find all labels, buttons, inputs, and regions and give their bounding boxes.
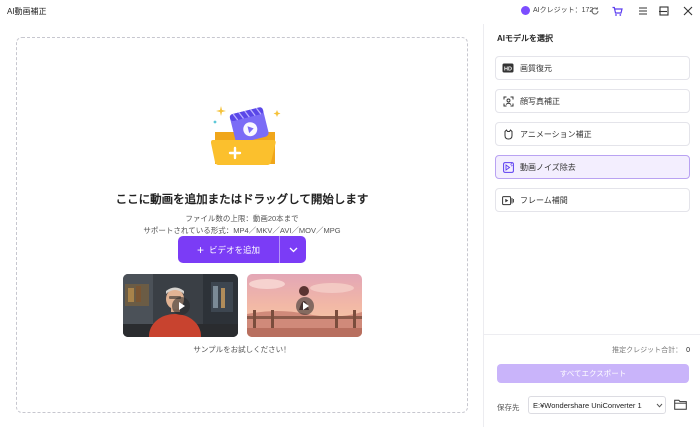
model-item-animation-enhance[interactable]: アニメーション補正 bbox=[495, 122, 690, 146]
drop-zone-title: ここに動画を追加またはドラッグして開始します bbox=[17, 191, 467, 207]
model-label: 動画ノイズ除去 bbox=[520, 162, 576, 173]
denoise-icon bbox=[502, 161, 514, 173]
add-video-button[interactable]: + ビデオを追加 bbox=[178, 236, 279, 263]
credit-display[interactable]: AIクレジット：172 bbox=[521, 5, 593, 15]
open-folder-icon[interactable] bbox=[674, 399, 687, 410]
ai-model-panel: AIモデルを選択 HD 画質復元 顔写真補正 アニメーション補正 動画ノイズ除去… bbox=[483, 24, 700, 427]
maximize-icon[interactable] bbox=[658, 5, 670, 17]
close-icon[interactable] bbox=[682, 5, 694, 17]
model-label: 顔写真補正 bbox=[520, 96, 560, 107]
plus-icon: + bbox=[197, 244, 204, 256]
credit-text: AIクレジット：172 bbox=[533, 5, 593, 15]
credit-icon bbox=[521, 6, 530, 15]
svg-text:HD: HD bbox=[504, 66, 512, 72]
model-label: フレーム補間 bbox=[520, 195, 568, 206]
file-limit-text: ファイル数の上限：動画20本まで bbox=[17, 213, 467, 224]
add-video-button-group: + ビデオを追加 bbox=[178, 236, 306, 263]
estimated-credit: 推定クレジット合計： 0 bbox=[484, 345, 690, 355]
save-location-label: 保存先 bbox=[497, 402, 520, 413]
title-bar: AI動画補正 AIクレジット：172 bbox=[0, 0, 700, 24]
supported-formats-text: サポートされている形式：MP4／MKV／AVI／MOV／MPG bbox=[17, 225, 467, 236]
add-folder-illustration bbox=[211, 98, 287, 168]
face-scan-icon bbox=[502, 95, 514, 107]
refresh-icon[interactable] bbox=[590, 6, 600, 16]
model-item-frame-interpolation[interactable]: フレーム補間 bbox=[495, 188, 690, 212]
app-title: AI動画補正 bbox=[7, 6, 47, 17]
save-location-select[interactable]: E:¥Wondershare UniConverter 1 bbox=[528, 396, 666, 414]
save-path-value: E:¥Wondershare UniConverter 1 bbox=[533, 401, 653, 410]
panel-heading: AIモデルを選択 bbox=[497, 33, 553, 44]
video-drop-zone[interactable]: ここに動画を追加またはドラッグして開始します ファイル数の上限：動画20本まで … bbox=[16, 37, 468, 413]
estimated-credit-label: 推定クレジット合計： bbox=[612, 347, 682, 354]
anime-icon bbox=[502, 128, 514, 140]
sample-video-2[interactable] bbox=[247, 274, 362, 337]
panel-divider bbox=[484, 334, 700, 335]
model-item-quality-restore[interactable]: HD 画質復元 bbox=[495, 56, 690, 80]
add-video-label: ビデオを追加 bbox=[209, 244, 260, 256]
model-label: 画質復元 bbox=[520, 63, 552, 74]
estimated-credit-value: 0 bbox=[686, 347, 690, 354]
cart-icon[interactable] bbox=[612, 6, 623, 17]
chevron-down-icon bbox=[653, 403, 665, 408]
play-icon bbox=[172, 297, 190, 315]
frame-interp-icon bbox=[502, 194, 514, 206]
sample-video-1[interactable] bbox=[123, 274, 238, 337]
model-item-video-denoise[interactable]: 動画ノイズ除去 bbox=[495, 155, 690, 179]
hd-icon: HD bbox=[502, 62, 514, 74]
model-item-face-enhance[interactable]: 顔写真補正 bbox=[495, 89, 690, 113]
export-all-button[interactable]: すべてエクスポート bbox=[497, 364, 689, 383]
play-icon bbox=[296, 297, 314, 315]
menu-icon[interactable] bbox=[638, 6, 648, 16]
chevron-down-icon bbox=[289, 247, 298, 253]
sample-caption: サンプルをお試しください！ bbox=[17, 344, 467, 355]
add-video-dropdown[interactable] bbox=[280, 236, 306, 263]
model-label: アニメーション補正 bbox=[520, 129, 592, 140]
